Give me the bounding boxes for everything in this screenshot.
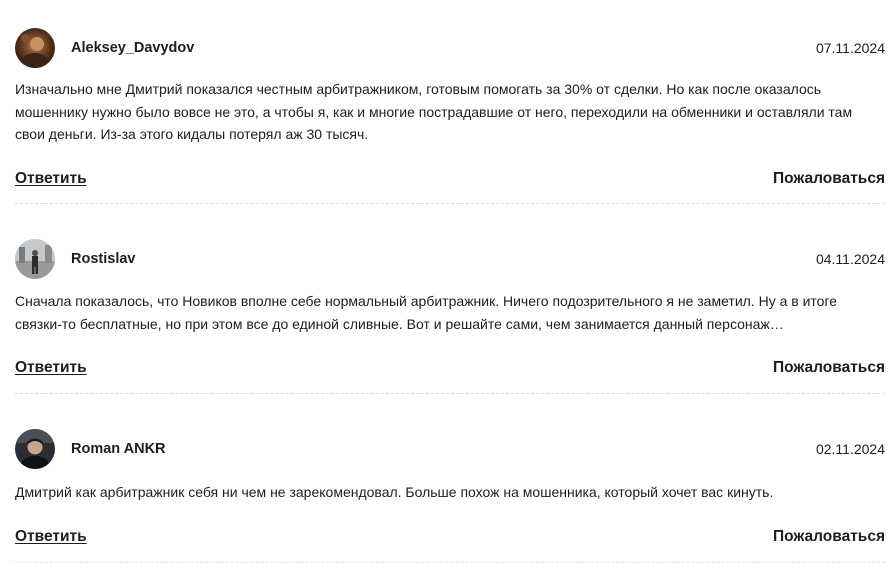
comment-actions: Ответить Пожаловаться	[15, 170, 885, 188]
comment-item: Rostislav 04.11.2024 Сначала показалось,…	[15, 204, 885, 394]
comment-header: Rostislav 04.11.2024	[15, 239, 885, 279]
reply-button[interactable]: Ответить	[15, 170, 87, 188]
comment-author: Roman ANKR	[71, 441, 166, 457]
report-button[interactable]: Пожаловаться	[773, 170, 885, 188]
reply-button[interactable]: Ответить	[15, 528, 87, 546]
comments-list: Aleksey_Davydov 07.11.2024 Изначально мн…	[15, 0, 885, 563]
comment-header: Roman ANKR 02.11.2024	[15, 429, 885, 469]
comment-header: Aleksey_Davydov 07.11.2024	[15, 28, 885, 68]
comment-author: Aleksey_Davydov	[71, 40, 195, 56]
comment-text: Дмитрий как арбитражник себя ни чем не з…	[15, 484, 774, 500]
avatar[interactable]	[15, 28, 55, 68]
comment-item: Aleksey_Davydov 07.11.2024 Изначально мн…	[15, 0, 885, 204]
comment-date: 07.11.2024	[815, 40, 885, 56]
comment-actions: Ответить Пожаловаться	[15, 359, 885, 377]
reply-button[interactable]: Ответить	[15, 359, 87, 377]
comment-text: Сначала показалось, что Новиков вполне с…	[15, 293, 838, 332]
comment-date: 04.11.2024	[815, 251, 885, 267]
comment-text: Изначально мне Дмитрий показался честным…	[15, 81, 853, 142]
avatar[interactable]	[15, 239, 55, 279]
comment-author: Rostislav	[71, 251, 136, 267]
comment-actions: Ответить Пожаловаться	[15, 528, 885, 546]
report-button[interactable]: Пожаловаться	[773, 359, 885, 377]
comment-item: Roman ANKR 02.11.2024 Дмитрий как арбитр…	[15, 394, 885, 563]
comment-date: 02.11.2024	[815, 441, 885, 457]
avatar[interactable]	[15, 429, 55, 469]
report-button[interactable]: Пожаловаться	[773, 528, 885, 546]
